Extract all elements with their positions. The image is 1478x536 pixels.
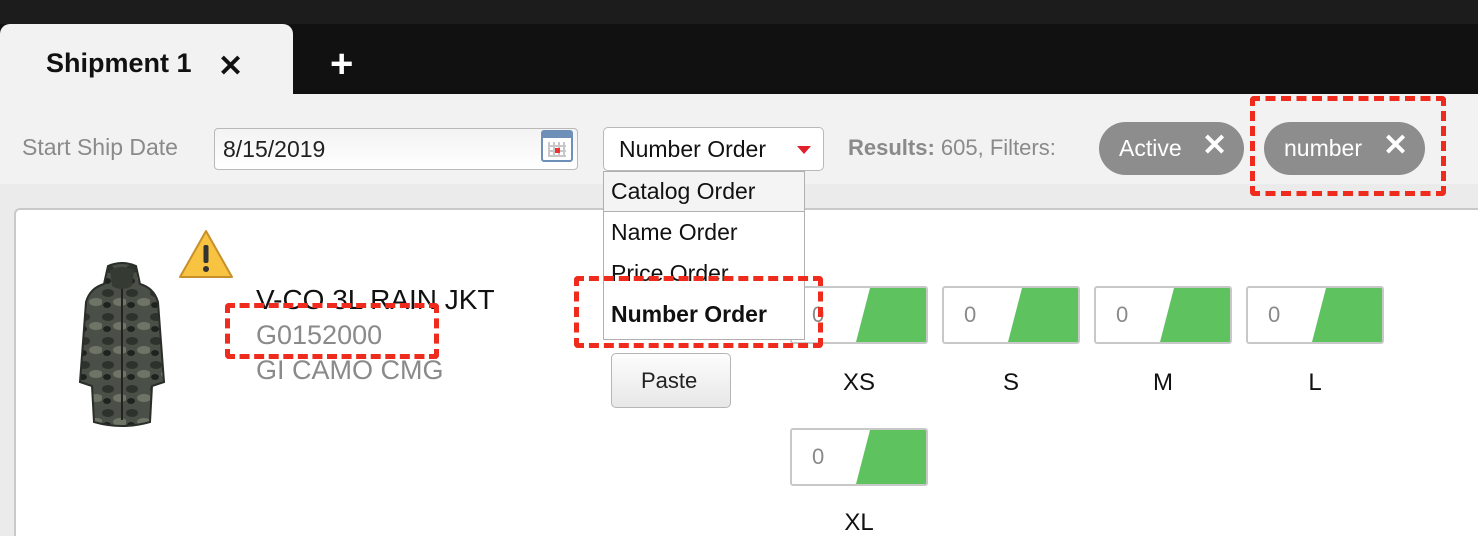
qty-input-m[interactable]: 0 <box>1094 286 1232 344</box>
paste-button[interactable]: Paste <box>611 353 731 408</box>
qty-fill <box>856 430 926 484</box>
option-catalog-order[interactable]: Catalog Order <box>604 172 804 212</box>
filter-chip-label: Active <box>1119 135 1182 161</box>
tab-label: Shipment 1 <box>46 48 192 78</box>
option-number-order[interactable]: Number Order <box>604 295 804 335</box>
filter-chip-number: number ✕ <box>1264 122 1425 175</box>
qty-value: 0 <box>812 444 825 469</box>
qty-fill <box>856 288 926 342</box>
product-color: GI CAMO CMG <box>256 355 444 385</box>
qty-value: 0 <box>1116 302 1129 327</box>
qty-input-xl[interactable]: 0 <box>790 428 928 486</box>
qty-value: 0 <box>1268 302 1281 327</box>
close-tab-icon[interactable]: ✕ <box>218 52 243 82</box>
sort-order-select[interactable]: Number Order <box>603 127 824 171</box>
qty-value: 0 <box>812 302 825 327</box>
results-label: Results: <box>848 135 935 160</box>
start-ship-date-input[interactable]: 8/15/2019 <box>214 128 578 170</box>
calendar-icon[interactable] <box>541 130 573 162</box>
product-image <box>78 262 166 427</box>
tab-shipment-1[interactable]: Shipment 1 ✕ <box>0 24 293 94</box>
window-chrome <box>0 0 1478 24</box>
option-name-order[interactable]: Name Order <box>604 213 804 253</box>
size-label-m: M <box>1153 369 1173 396</box>
option-price-order[interactable]: Price Order <box>604 254 804 294</box>
start-ship-date-label: Start Ship Date <box>22 134 178 160</box>
calendar-today-marker <box>555 148 560 153</box>
size-label-l: L <box>1308 369 1322 396</box>
size-label-xl: XL <box>844 509 874 536</box>
results-count: 605, Filters: <box>940 135 1056 160</box>
filter-chip-label: number <box>1284 135 1362 161</box>
qty-fill <box>1008 288 1078 342</box>
remove-filter-icon[interactable]: ✕ <box>1202 131 1227 161</box>
qty-input-xs[interactable]: 0 <box>790 286 928 344</box>
size-label-xs: XS <box>842 369 875 396</box>
product-name: V-CO 3L RAIN JKT <box>256 284 495 315</box>
filter-chip-active: Active ✕ <box>1099 122 1244 175</box>
qty-input-l[interactable]: 0 <box>1246 286 1384 344</box>
remove-filter-icon[interactable]: ✕ <box>1383 131 1408 161</box>
warning-icon <box>179 230 233 278</box>
qty-input-s[interactable]: 0 <box>942 286 1080 344</box>
size-label-s: S <box>1002 369 1019 396</box>
sort-order-dropdown: Catalog Order Name Order Price Order Num… <box>603 171 805 340</box>
qty-fill <box>1160 288 1230 342</box>
product-number: G0152000 <box>256 320 383 350</box>
results-summary: Results: 605, Filters: <box>848 135 1056 161</box>
qty-value: 0 <box>964 302 977 327</box>
qty-fill <box>1312 288 1382 342</box>
caret-down-icon[interactable] <box>797 146 811 154</box>
add-tab-icon[interactable]: + <box>330 44 353 84</box>
